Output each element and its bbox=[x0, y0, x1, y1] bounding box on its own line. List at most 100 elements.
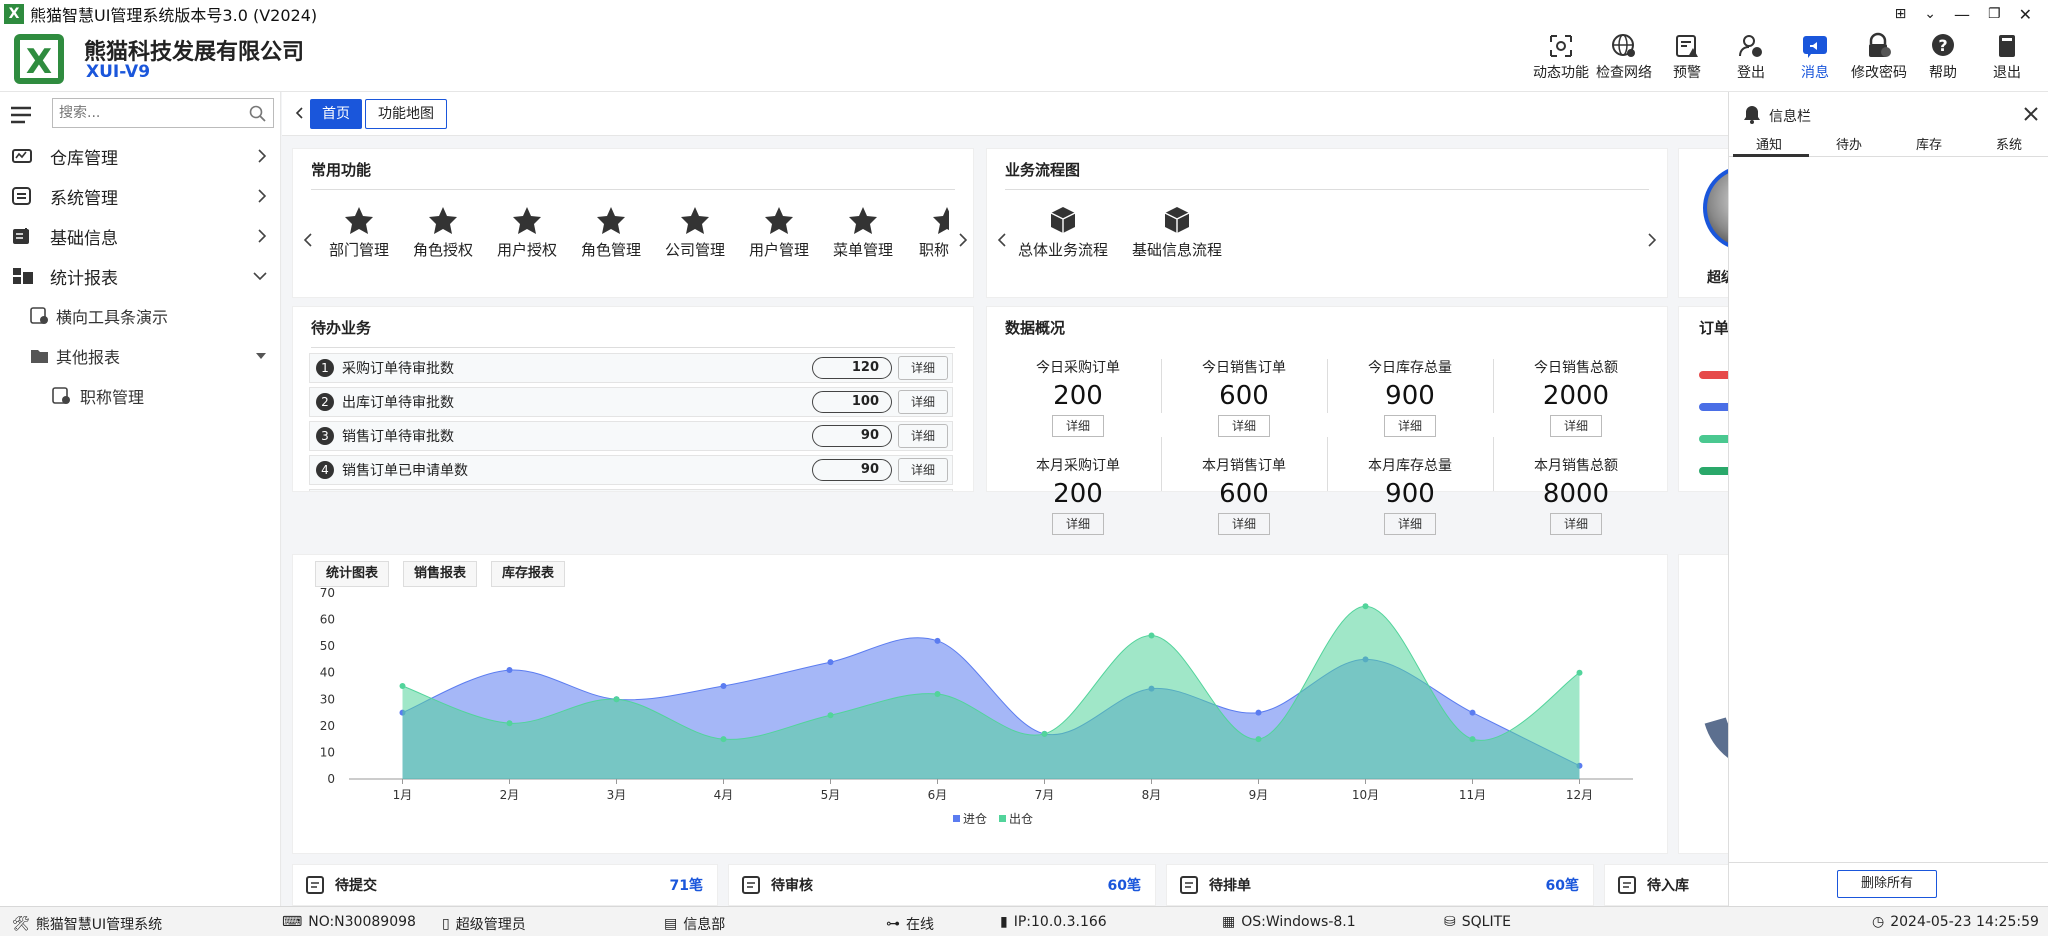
data-point[interactable] bbox=[1255, 736, 1262, 743]
exit-button[interactable]: 退出 bbox=[1976, 32, 2038, 82]
toolbar-label: 预警 bbox=[1673, 65, 1701, 81]
stat-detail-button[interactable]: 详细 bbox=[1550, 415, 1602, 437]
data-point[interactable] bbox=[1041, 730, 1048, 737]
data-point[interactable] bbox=[1255, 709, 1262, 716]
x-tick-label: 4月 bbox=[714, 788, 734, 802]
func-title[interactable]: 职称管 bbox=[905, 205, 949, 260]
data-point[interactable] bbox=[934, 690, 941, 697]
func-company[interactable]: 公司管理 bbox=[653, 205, 737, 260]
todo-number: 2 bbox=[316, 393, 334, 411]
minimize-button[interactable]: — bbox=[1954, 5, 1970, 24]
summary-card[interactable]: 待提交 71笔 bbox=[292, 864, 718, 906]
change-password-button[interactable]: 修改密码 bbox=[1848, 32, 1910, 82]
chevron-right-icon bbox=[258, 189, 267, 203]
stat-detail-button[interactable]: 详细 bbox=[1218, 513, 1270, 535]
menu-toggle-icon[interactable] bbox=[10, 106, 32, 124]
tab-function-map[interactable]: 功能地图 bbox=[365, 99, 447, 129]
data-point[interactable] bbox=[1576, 669, 1583, 676]
info-tab-inventory[interactable]: 库存 bbox=[1889, 134, 1969, 153]
flow-overall[interactable]: 总体业务流程 bbox=[1013, 205, 1113, 260]
maximize-button[interactable]: ❐ bbox=[1988, 6, 2001, 22]
chart-tab[interactable]: 销售报表 bbox=[403, 561, 478, 587]
data-point[interactable] bbox=[934, 637, 941, 644]
func-label: 用户管理 bbox=[748, 241, 809, 259]
stat-detail-button[interactable]: 详细 bbox=[1052, 513, 1104, 535]
common-functions-card: 常用功能 部门管理 角色授权 用户授权 角色管理 公司管理 用户管理 菜单管理 … bbox=[292, 148, 974, 298]
logout-user-icon bbox=[1739, 35, 1762, 57]
stat-detail-button[interactable]: 详细 bbox=[1384, 513, 1436, 535]
layout-icon[interactable]: ⊞ bbox=[1895, 6, 1907, 22]
chevron-right-icon[interactable] bbox=[1647, 233, 1657, 247]
logout-button[interactable]: 登出 bbox=[1720, 32, 1782, 82]
search-input[interactable] bbox=[53, 99, 233, 127]
legend-label[interactable]: 出仓 bbox=[1009, 812, 1033, 826]
func-label: 角色授权 bbox=[412, 241, 473, 259]
chevron-down-icon[interactable]: ⌄ bbox=[1924, 6, 1936, 22]
dynamic-function-button[interactable]: 动态功能 bbox=[1530, 32, 1592, 82]
data-point[interactable] bbox=[720, 736, 727, 743]
close-icon[interactable] bbox=[2023, 106, 2039, 122]
sidebar-item-basic-info[interactable]: 基础信息 bbox=[0, 216, 281, 256]
sidebar-item-warehouse[interactable]: 仓库管理 bbox=[0, 136, 281, 176]
message-button[interactable]: 消息 bbox=[1784, 32, 1846, 82]
todo-label: 采购订单待审批数 bbox=[342, 361, 454, 377]
data-point[interactable] bbox=[1148, 632, 1155, 639]
tab-home[interactable]: 首页 bbox=[310, 99, 362, 129]
data-point[interactable] bbox=[720, 683, 727, 689]
sidebar-item-title-management[interactable]: 职称管理 bbox=[0, 376, 281, 416]
func-menu[interactable]: 菜单管理 bbox=[821, 205, 905, 260]
data-point[interactable] bbox=[613, 696, 620, 703]
data-point[interactable] bbox=[399, 683, 406, 689]
sidebar-item-label: 统计报表 bbox=[50, 268, 118, 289]
data-point[interactable] bbox=[506, 667, 513, 674]
search-box[interactable] bbox=[52, 98, 274, 128]
chart-tab[interactable]: 库存报表 bbox=[491, 561, 566, 587]
summary-card[interactable]: 待入库 bbox=[1604, 864, 1734, 906]
chevron-right-icon[interactable] bbox=[958, 233, 968, 247]
summary-card[interactable]: 待排单 60笔 bbox=[1166, 864, 1594, 906]
help-button[interactable]: ? 帮助 bbox=[1912, 32, 1974, 82]
sidebar-item-reports[interactable]: 统计报表 bbox=[0, 256, 281, 296]
y-tick-label: 70 bbox=[320, 586, 335, 600]
stat-detail-button[interactable]: 详细 bbox=[1550, 513, 1602, 535]
data-point[interactable] bbox=[827, 712, 834, 719]
data-point[interactable] bbox=[1469, 709, 1476, 716]
summary-card[interactable]: 待审核 60笔 bbox=[728, 864, 1156, 906]
check-network-button[interactable]: 检查网络 bbox=[1593, 32, 1655, 82]
sidebar-item-system[interactable]: 系统管理 bbox=[0, 176, 281, 216]
stat-detail-button[interactable]: 详细 bbox=[1052, 415, 1104, 437]
x-tick-label: 12月 bbox=[1566, 788, 1593, 802]
func-role-mgmt[interactable]: 角色管理 bbox=[569, 205, 653, 260]
info-tab-system[interactable]: 系统 bbox=[1969, 134, 2048, 153]
func-role-auth[interactable]: 角色授权 bbox=[401, 205, 485, 260]
chart-tab[interactable]: 统计图表 bbox=[315, 561, 390, 587]
func-department[interactable]: 部门管理 bbox=[317, 205, 401, 260]
data-point[interactable] bbox=[1362, 603, 1369, 610]
data-point[interactable] bbox=[1469, 736, 1476, 743]
stat-detail-button[interactable]: 详细 bbox=[1218, 415, 1270, 437]
info-tab-notice[interactable]: 通知 bbox=[1729, 134, 1809, 153]
x-tick-label: 8月 bbox=[1142, 788, 1162, 802]
todo-detail-button[interactable]: 详细 bbox=[898, 390, 948, 414]
flow-basic-info[interactable]: 基础信息流程 bbox=[1127, 205, 1227, 260]
info-tab-todo[interactable]: 待办 bbox=[1809, 134, 1889, 153]
delete-all-button[interactable]: 删除所有 bbox=[1837, 870, 1937, 898]
todo-detail-button[interactable]: 详细 bbox=[898, 458, 948, 482]
sidebar-item-horizontal-toolbar[interactable]: 横向工具条演示 bbox=[0, 296, 281, 336]
chevron-left-icon[interactable] bbox=[303, 233, 313, 247]
legend-label[interactable]: 进仓 bbox=[963, 812, 987, 826]
func-user-mgmt[interactable]: 用户管理 bbox=[737, 205, 821, 260]
stat-value: 200 bbox=[1053, 479, 1103, 509]
todo-detail-button[interactable]: 详细 bbox=[898, 356, 948, 380]
func-user-auth[interactable]: 用户授权 bbox=[485, 205, 569, 260]
chevron-left-icon[interactable] bbox=[997, 233, 1007, 247]
todo-detail-button[interactable]: 详细 bbox=[898, 424, 948, 448]
close-window-button[interactable]: ✕ bbox=[2019, 5, 2032, 24]
search-icon[interactable] bbox=[249, 105, 267, 123]
stat-detail-button[interactable]: 详细 bbox=[1384, 415, 1436, 437]
alert-button[interactable]: 预警 bbox=[1656, 32, 1718, 82]
data-point[interactable] bbox=[506, 720, 513, 727]
data-point[interactable] bbox=[827, 659, 834, 666]
chevron-left-icon[interactable] bbox=[295, 107, 303, 119]
sidebar-item-other-reports[interactable]: 其他报表 bbox=[0, 336, 281, 376]
